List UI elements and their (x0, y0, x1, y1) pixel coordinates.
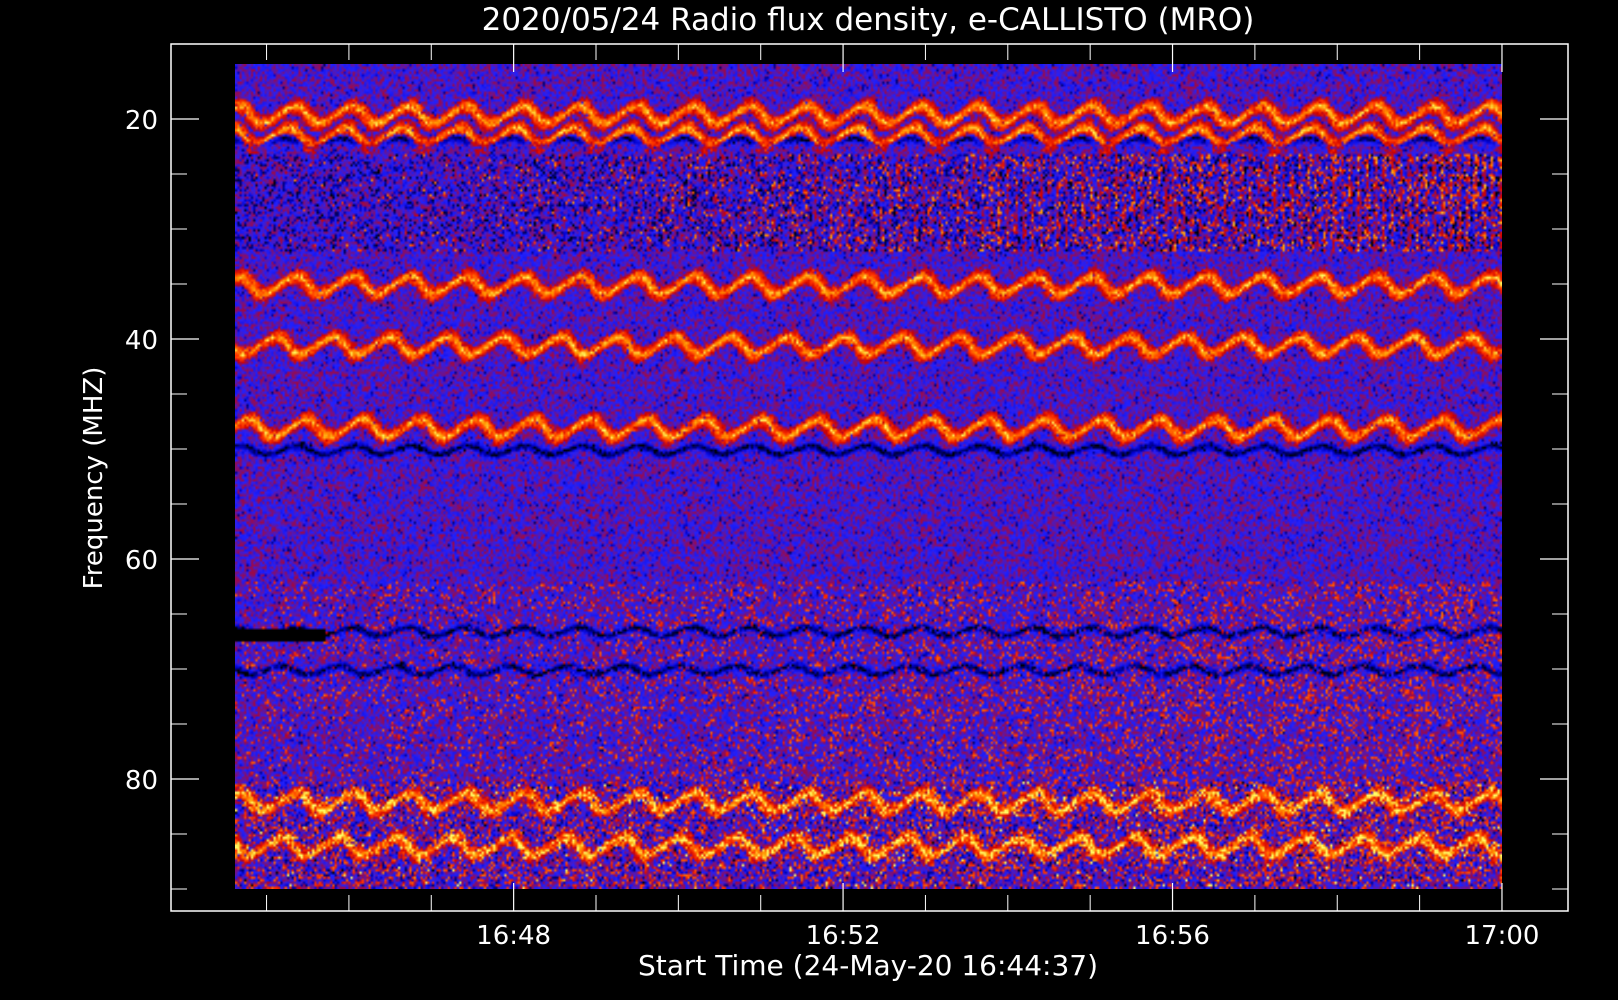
x-tick-label: 16:56 (1135, 921, 1210, 951)
y-tick-label: 60 (125, 546, 158, 576)
spectrogram-chart: 2020/05/24 Radio flux density, e-CALLIST… (79, 2, 1569, 982)
heatmap-layer (235, 64, 1502, 889)
y-tick-label: 20 (125, 106, 158, 136)
x-tick-label: 17:00 (1465, 921, 1540, 951)
spectrogram-image (235, 64, 1502, 889)
y-tick-label: 40 (125, 326, 158, 356)
x-axis-title: Start Time (24-May-20 16:44:37) (638, 949, 1098, 982)
x-tick-label: 16:48 (476, 921, 551, 951)
chart-title: 2020/05/24 Radio flux density, e-CALLIST… (482, 2, 1255, 38)
x-tick-label: 16:52 (806, 921, 881, 951)
y-axis-title: Frequency (MHZ) (79, 367, 109, 590)
y-tick-label: 80 (125, 766, 158, 796)
